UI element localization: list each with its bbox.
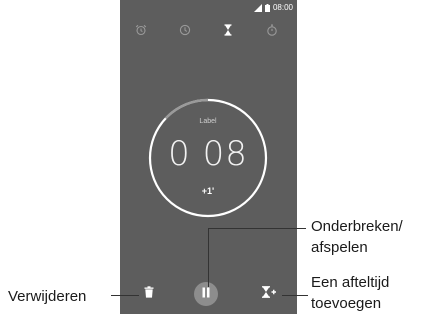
add-minute-button[interactable]: +1' (146, 186, 270, 196)
callout-line-add-timer (282, 295, 308, 297)
tab-stopwatch[interactable] (263, 23, 281, 41)
tab-alarm[interactable] (132, 23, 150, 41)
callout-delete: Verwijderen (8, 288, 87, 305)
tab-bar (120, 20, 297, 42)
callout-pause-line1: Onderbreken/ (311, 218, 403, 235)
callout-add-timer-line1: Een afteltijd (311, 274, 390, 291)
pause-icon (201, 285, 211, 303)
add-timer-button[interactable] (261, 285, 277, 303)
clock-icon (179, 23, 191, 41)
status-time: 08:00 (272, 3, 293, 12)
pause-play-button[interactable] (194, 282, 218, 306)
delete-button[interactable] (142, 285, 156, 303)
signal-icon (253, 0, 262, 17)
status-bar: 08:00 (120, 0, 297, 16)
callout-line-pause-horizontal (208, 228, 306, 230)
callout-pause-line2: afspelen (311, 239, 368, 256)
status-icons: 08:00 (253, 3, 293, 13)
callout-line-pause-vertical (208, 228, 210, 287)
tab-clock[interactable] (176, 23, 194, 41)
battery-icon (264, 0, 270, 17)
callout-line-delete (111, 295, 139, 297)
alarm-clock-icon (135, 23, 147, 41)
ring-progress-arc (164, 98, 209, 120)
stopwatch-icon (266, 23, 278, 41)
add-timer-icon (261, 285, 277, 303)
callout-add-timer-line2: toevoegen (311, 295, 382, 312)
tab-timer[interactable] (219, 23, 237, 41)
timer-time: 0 08 (168, 134, 248, 174)
timer-label[interactable]: Label (146, 118, 270, 125)
timer-dial: Label 0 08 +1' (146, 96, 270, 220)
trash-icon (144, 285, 154, 303)
hourglass-icon (222, 23, 234, 41)
